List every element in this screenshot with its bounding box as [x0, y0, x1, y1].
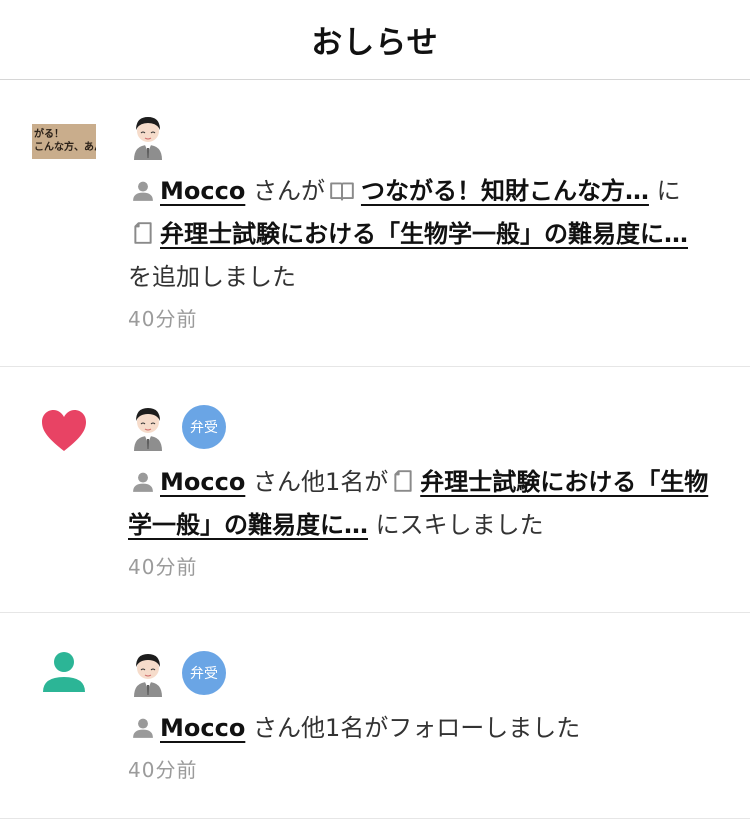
- note-icon: [392, 469, 414, 493]
- user-badge[interactable]: 弁受: [182, 651, 226, 695]
- notification-item[interactable]: 弁受 Mocco さん他1名が 弁理士試験における「生物学一般」の難易度に… にス…: [0, 367, 750, 613]
- magazine-cover-image: がる！ こんな方、あん: [32, 124, 96, 159]
- note-icon: [132, 221, 154, 245]
- user-link[interactable]: Mocco: [160, 177, 245, 205]
- avatar[interactable]: [128, 649, 168, 697]
- note-link[interactable]: 弁理士試験における「生物学一般」の難易度に…: [160, 220, 688, 248]
- notification-item[interactable]: がる！ こんな方、あん Mocco さんがつながる！知財こんな方… に弁理士試験…: [0, 80, 750, 367]
- timestamp: 40分前: [128, 555, 198, 579]
- heart-icon: [42, 410, 86, 451]
- magazine-icon: [329, 180, 355, 202]
- user-link[interactable]: Mocco: [160, 714, 245, 742]
- user-link[interactable]: Mocco: [160, 468, 245, 496]
- avatar[interactable]: [128, 403, 168, 451]
- user-badge[interactable]: 弁受: [182, 405, 226, 449]
- page-title: おしらせ: [311, 25, 439, 61]
- user-icon: [132, 471, 154, 493]
- timestamp: 40分前: [128, 758, 198, 782]
- page-header: おしらせ: [0, 0, 750, 80]
- notification-message: Mocco さん他1名が 弁理士試験における「生物学一般」の難易度に… にスキしま…: [128, 468, 709, 539]
- avatar[interactable]: [128, 112, 168, 160]
- magazine-link[interactable]: つながる！知財こんな方…: [361, 177, 649, 205]
- notification-item[interactable]: 弁受 Mocco さん他1名がフォローしました 40分前: [0, 613, 750, 819]
- user-icon: [132, 717, 154, 739]
- follow-icon: [43, 652, 85, 692]
- user-icon: [132, 180, 154, 202]
- notification-message: Mocco さんが つながる！知財こんな方… に弁理士試験における「生物学一般」の…: [128, 177, 688, 291]
- timestamp: 40分前: [128, 307, 198, 331]
- notification-message: Mocco さん他1名がフォローしました: [128, 707, 710, 750]
- magazine-thumbnail[interactable]: がる！ こんな方、あん: [32, 124, 96, 159]
